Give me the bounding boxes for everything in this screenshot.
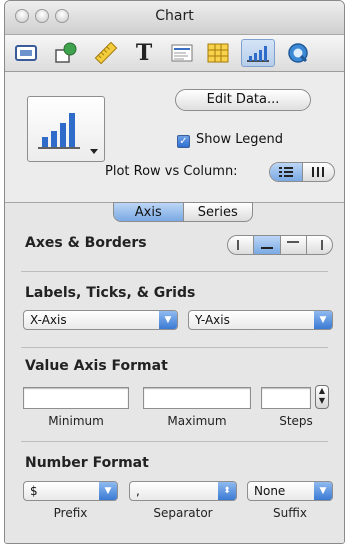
prefix-caption: Prefix [53,506,88,520]
plot-rows-button[interactable] [270,163,303,181]
plot-row-vs-column-label: Plot Row vs Column: [105,164,238,179]
quicktime-icon [288,43,308,63]
left-line-icon [237,240,240,250]
show-legend-checkbox[interactable]: ✓ [177,135,190,148]
minimum-field[interactable] [23,387,129,409]
y-axis-popup-value: Y-Axis [195,313,230,327]
table-inspector-button[interactable] [203,39,233,67]
chart-type-picker[interactable] [27,96,105,162]
edit-data-button[interactable]: Edit Data... [175,89,311,111]
steps-field[interactable] [261,387,311,409]
steps-caption: Steps [279,414,313,428]
metrics-inspector-button[interactable] [91,39,121,67]
ruler-icon [94,42,118,64]
separator-popup-value: , [136,484,140,498]
y-axis-popup[interactable]: Y-Axis ▼ [188,310,333,330]
plot-row-column-toggle [269,162,335,182]
axes-borders-heading: Axes & Borders [25,235,147,251]
left-axis-border-button[interactable] [228,236,254,254]
suffix-popup[interactable]: None ▼ [247,481,333,501]
suffix-caption: Suffix [273,506,307,520]
separator-popup[interactable]: , ⬍ [129,481,237,501]
number-format-heading: Number Format [25,455,149,471]
minimum-caption: Minimum [48,414,104,428]
chart-icon [247,46,269,62]
columns-icon [312,167,325,177]
prefix-popup[interactable]: $ ▼ [23,481,118,501]
top-axis-border-button[interactable] [281,236,308,254]
window-title: Chart [155,8,194,24]
x-axis-popup[interactable]: X-Axis ▼ [23,310,178,330]
chevron-up-down-icon: ⬍ [218,482,236,500]
divider [21,271,328,272]
top-line-icon [287,241,300,243]
tab-axis[interactable]: Axis [114,203,184,221]
bar-chart-icon [38,113,98,154]
maximum-field[interactable] [143,387,251,409]
axis-settings-panel: Axis Series Axes & Borders Labels, Ticks… [5,202,344,543]
document-inspector-button[interactable] [11,39,41,67]
right-axis-border-button[interactable] [307,236,332,254]
separator-caption: Separator [153,506,213,520]
rows-icon [278,167,293,177]
suffix-popup-value: None [254,484,286,498]
plot-columns-button[interactable] [303,163,335,181]
prefix-popup-value: $ [30,484,38,498]
text-icon: T [135,40,153,66]
document-icon [15,45,37,61]
axis-series-tabs: Axis Series [113,202,253,222]
link-inspector-button[interactable] [283,39,313,67]
table-icon [207,43,229,63]
chart-inspector-window: Chart T Edit Data... ✓ Show Legend Plot … [4,0,345,544]
chevron-down-icon: ▼ [314,311,332,329]
text-inspector-button[interactable]: T [129,39,159,67]
chart-options-panel: Edit Data... ✓ Show Legend Plot Row vs C… [5,72,344,203]
layout-inspector-button[interactable] [167,39,197,67]
show-legend-label: Show Legend [196,132,283,147]
x-axis-popup-value: X-Axis [30,313,67,327]
value-axis-format-heading: Value Axis Format [25,358,168,374]
bottom-axis-border-button[interactable] [253,236,281,254]
chevron-down-icon: ▼ [314,482,332,500]
graphic-inspector-button[interactable] [51,39,81,67]
tab-series[interactable]: Series [184,203,253,221]
title-bar: Chart [5,1,344,35]
layout-icon [171,44,193,62]
divider [21,347,328,348]
chevron-down-icon: ▼ [159,311,177,329]
divider [21,441,328,442]
labels-ticks-grids-heading: Labels, Ticks, & Grids [25,285,196,301]
bottom-line-icon [260,247,273,249]
right-line-icon [320,240,323,250]
maximum-caption: Maximum [167,414,227,428]
steps-stepper[interactable]: ▲ ▼ [315,385,329,409]
shape-icon [55,42,77,63]
inspector-toolbar: T [5,35,344,72]
axes-borders-control [227,235,333,255]
chart-inspector-button[interactable] [241,39,275,67]
chevron-down-icon: ▼ [99,482,117,500]
